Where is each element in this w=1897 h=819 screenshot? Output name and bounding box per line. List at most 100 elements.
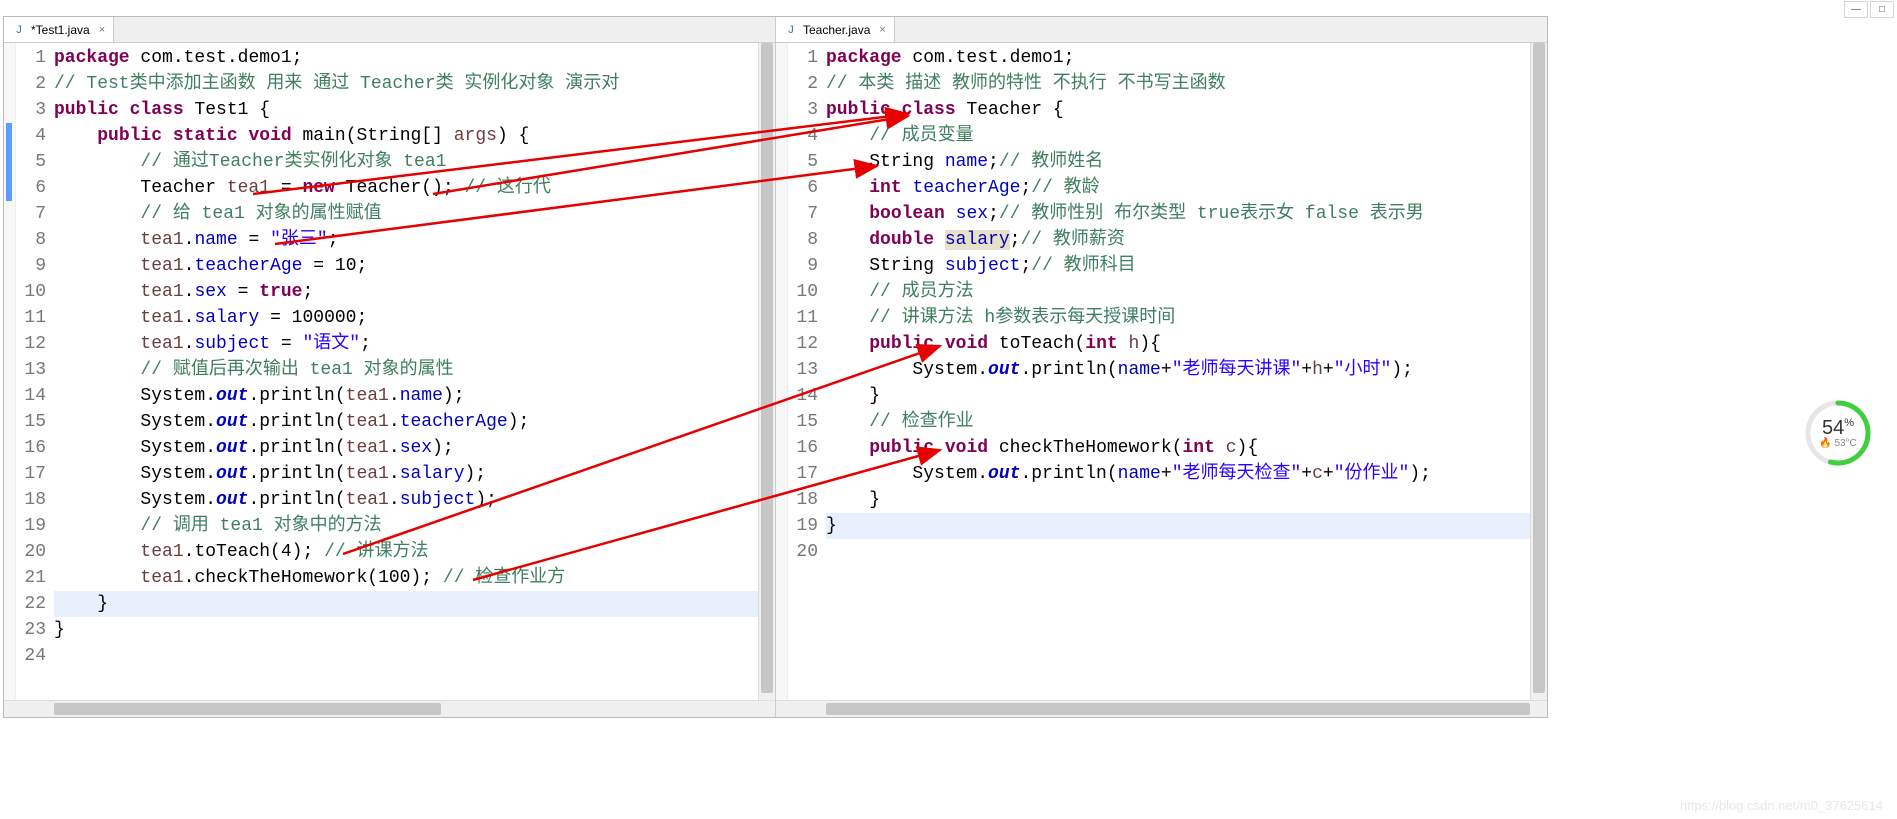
gutter-line: 4 xyxy=(16,123,46,149)
gutter-line: 15 xyxy=(16,409,46,435)
code-line[interactable]: System.out.println(tea1.sex); xyxy=(54,435,758,461)
gutter-line: 4 xyxy=(788,123,818,149)
code-line[interactable]: package com.test.demo1; xyxy=(826,45,1530,71)
code-line[interactable]: String subject;// 教师科目 xyxy=(826,253,1530,279)
code-line[interactable]: public static void main(String[] args) { xyxy=(54,123,758,149)
gutter-line: 8 xyxy=(788,227,818,253)
code-line[interactable] xyxy=(826,539,1530,565)
gutter-line: 21 xyxy=(16,565,46,591)
gutter-line: 6 xyxy=(16,175,46,201)
code-line[interactable]: tea1.name = "张三"; xyxy=(54,227,758,253)
gutter-line: 17 xyxy=(16,461,46,487)
code-line[interactable]: tea1.sex = true; xyxy=(54,279,758,305)
code-line[interactable]: boolean sex;// 教师性别 布尔类型 true表示女 false 表… xyxy=(826,201,1530,227)
left-code[interactable]: package com.test.demo1;// Test类中添加主函数 用来… xyxy=(54,43,758,700)
code-line[interactable]: } xyxy=(54,591,758,617)
left-pane: J *Test1.java × 123456789101112131415161… xyxy=(4,17,776,717)
left-tab-bar: J *Test1.java × xyxy=(4,17,775,43)
right-code[interactable]: package com.test.demo1;// 本类 描述 教师的特性 不执… xyxy=(826,43,1530,700)
code-line[interactable]: } xyxy=(826,487,1530,513)
code-line[interactable]: int teacherAge;// 教龄 xyxy=(826,175,1530,201)
gutter-line: 10 xyxy=(788,279,818,305)
gutter-line: 7 xyxy=(788,201,818,227)
tab-label: *Test1.java xyxy=(31,23,90,37)
code-line[interactable] xyxy=(54,643,758,669)
code-line[interactable]: Teacher tea1 = new Teacher(); // 这行代 xyxy=(54,175,758,201)
maximize-button[interactable]: □ xyxy=(1870,1,1894,18)
code-line[interactable]: // 成员变量 xyxy=(826,123,1530,149)
java-file-icon: J xyxy=(12,23,26,37)
left-editor[interactable]: 123456789101112131415161718192021222324 … xyxy=(4,43,775,700)
code-line[interactable]: tea1.subject = "语文"; xyxy=(54,331,758,357)
gutter-line: 14 xyxy=(16,383,46,409)
code-line[interactable]: public void toTeach(int h){ xyxy=(826,331,1530,357)
code-line[interactable]: // 赋值后再次输出 tea1 对象的属性 xyxy=(54,357,758,383)
gutter-line: 15 xyxy=(788,409,818,435)
code-line[interactable]: System.out.println(name+"老师每天检查"+c+"份作业"… xyxy=(826,461,1530,487)
gutter-line: 12 xyxy=(788,331,818,357)
left-vertical-scrollbar[interactable] xyxy=(758,43,775,700)
code-line[interactable]: System.out.println(tea1.salary); xyxy=(54,461,758,487)
code-line[interactable]: // 检查作业 xyxy=(826,409,1530,435)
right-vertical-scrollbar[interactable] xyxy=(1530,43,1547,700)
left-tab[interactable]: J *Test1.java × xyxy=(4,17,114,42)
code-line[interactable]: // 调用 tea1 对象中的方法 xyxy=(54,513,758,539)
code-line[interactable]: } xyxy=(826,383,1530,409)
gutter-line: 1 xyxy=(16,45,46,71)
tab-label: Teacher.java xyxy=(803,23,870,37)
code-line[interactable]: String name;// 教师姓名 xyxy=(826,149,1530,175)
code-line[interactable]: System.out.println(tea1.subject); xyxy=(54,487,758,513)
code-line[interactable]: public class Teacher { xyxy=(826,97,1530,123)
gutter-line: 9 xyxy=(16,253,46,279)
gutter-line: 3 xyxy=(788,97,818,123)
gutter-line: 13 xyxy=(788,357,818,383)
gutter-line: 19 xyxy=(788,513,818,539)
java-file-icon: J xyxy=(784,23,798,37)
gutter-line: 16 xyxy=(16,435,46,461)
left-horizontal-scrollbar[interactable] xyxy=(54,701,758,717)
gutter-line: 12 xyxy=(16,331,46,357)
code-line[interactable]: System.out.println(tea1.teacherAge); xyxy=(54,409,758,435)
code-line[interactable]: // Test类中添加主函数 用来 通过 Teacher类 实例化对象 演示对 xyxy=(54,71,758,97)
code-line[interactable]: // 本类 描述 教师的特性 不执行 不书写主函数 xyxy=(826,71,1530,97)
gutter-line: 24 xyxy=(16,643,46,669)
right-editor[interactable]: 1234567891011121314151617181920 package … xyxy=(776,43,1547,700)
minimize-button[interactable]: — xyxy=(1844,1,1868,18)
gutter-line: 8 xyxy=(16,227,46,253)
gutter-line: 14 xyxy=(788,383,818,409)
close-icon[interactable]: × xyxy=(95,24,105,36)
code-line[interactable]: tea1.checkTheHomework(100); // 检查作业方 xyxy=(54,565,758,591)
gutter-line: 5 xyxy=(788,149,818,175)
code-line[interactable]: tea1.salary = 100000; xyxy=(54,305,758,331)
left-gutter: 123456789101112131415161718192021222324 xyxy=(16,43,54,700)
watermark: https://blog.csdn.net/m0_37625614 xyxy=(1680,798,1883,813)
code-line[interactable]: tea1.toTeach(4); // 讲课方法 xyxy=(54,539,758,565)
right-tab[interactable]: J Teacher.java × xyxy=(776,17,895,42)
right-gutter: 1234567891011121314151617181920 xyxy=(788,43,826,700)
close-icon[interactable]: × xyxy=(875,24,885,36)
code-line[interactable]: } xyxy=(826,513,1530,539)
gutter-line: 20 xyxy=(788,539,818,565)
code-line[interactable]: System.out.println(name+"老师每天讲课"+h+"小时")… xyxy=(826,357,1530,383)
code-line[interactable]: public class Test1 { xyxy=(54,97,758,123)
gutter-line: 11 xyxy=(788,305,818,331)
code-line[interactable]: System.out.println(tea1.name); xyxy=(54,383,758,409)
code-line[interactable]: double salary;// 教师薪资 xyxy=(826,227,1530,253)
code-line[interactable]: // 通过Teacher类实例化对象 tea1 xyxy=(54,149,758,175)
code-line[interactable]: package com.test.demo1; xyxy=(54,45,758,71)
right-tab-bar: J Teacher.java × xyxy=(776,17,1547,43)
gutter-line: 3 xyxy=(16,97,46,123)
code-line[interactable]: // 给 tea1 对象的属性赋值 xyxy=(54,201,758,227)
gutter-line: 10 xyxy=(16,279,46,305)
code-line[interactable]: public void checkTheHomework(int c){ xyxy=(826,435,1530,461)
code-line[interactable]: } xyxy=(54,617,758,643)
gutter-line: 7 xyxy=(16,201,46,227)
code-line[interactable]: // 讲课方法 h参数表示每天授课时间 xyxy=(826,305,1530,331)
code-line[interactable]: // 成员方法 xyxy=(826,279,1530,305)
right-horizontal-scrollbar[interactable] xyxy=(826,701,1530,717)
code-line[interactable]: tea1.teacherAge = 10; xyxy=(54,253,758,279)
gutter-line: 13 xyxy=(16,357,46,383)
gutter-line: 6 xyxy=(788,175,818,201)
gutter-line: 5 xyxy=(16,149,46,175)
performance-badge[interactable]: 54% 🔥 53°C xyxy=(1805,400,1875,470)
